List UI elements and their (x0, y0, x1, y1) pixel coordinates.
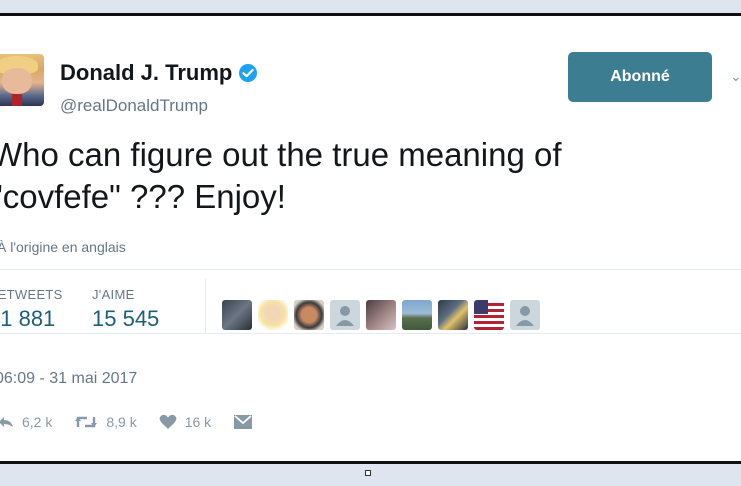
liker-avatar[interactable] (294, 300, 324, 330)
tweet-card: Donald J. Trump @realDonaldTrump Abonné … (0, 13, 741, 464)
resize-handle[interactable] (365, 470, 371, 476)
envelope-icon (233, 414, 253, 430)
retweet-icon (74, 414, 98, 430)
liker-avatar-default[interactable] (510, 300, 540, 330)
avatar[interactable] (0, 54, 44, 106)
divider (0, 269, 741, 270)
liker-avatar-default[interactable] (330, 300, 360, 330)
tweet-text-line-2: "covfefe" ??? Enjoy! (0, 178, 286, 215)
reply-count: 6,2 k (22, 414, 53, 430)
liker-avatar[interactable] (258, 300, 288, 330)
likers-avatars (222, 300, 540, 330)
retweet-count: 8,9 k (106, 414, 137, 430)
likes-label: J'AIME (92, 287, 135, 302)
liker-avatar[interactable] (438, 300, 468, 330)
user-handle[interactable]: @realDonaldTrump (60, 96, 208, 116)
liker-avatar[interactable] (222, 300, 252, 330)
liker-avatar[interactable] (402, 300, 432, 330)
liker-avatar[interactable] (366, 300, 396, 330)
tweet-text: Who can figure out the true meaning of "… (0, 134, 691, 218)
stats-separator (205, 279, 206, 333)
display-name[interactable]: Donald J. Trump (60, 60, 232, 86)
direct-message-action[interactable] (233, 414, 253, 430)
like-count: 16 k (184, 414, 212, 430)
following-button[interactable]: Abonné (568, 52, 712, 102)
likes-stat[interactable]: J'AIME 15 545 (92, 287, 159, 332)
window-frame-bottom (0, 466, 741, 486)
retweets-label: RETWEETS (0, 287, 63, 302)
tweet-text-line-1: Who can figure out the true meaning of (0, 136, 562, 173)
window-frame-top (0, 0, 741, 13)
retweets-stat[interactable]: RETWEETS 31 881 (0, 287, 63, 332)
chevron-down-icon[interactable]: ⌄ (730, 68, 741, 85)
tweet-actions: 6,2 k 8,9 k 16 k (0, 414, 253, 430)
reply-action[interactable]: 6,2 k (0, 414, 52, 430)
tweet-timestamp[interactable]: 06:09 - 31 mai 2017 (0, 370, 137, 388)
liker-avatar[interactable] (474, 300, 504, 330)
reply-icon (0, 415, 14, 429)
likes-value: 15 545 (92, 306, 160, 331)
divider (0, 333, 741, 334)
retweet-action[interactable]: 8,9 k (74, 414, 137, 430)
retweets-value: 31 881 (0, 306, 56, 331)
heart-icon (159, 414, 177, 430)
verified-badge-icon (238, 63, 258, 83)
like-action[interactable]: 16 k (159, 414, 211, 430)
translation-note: À l'origine en anglais (0, 239, 126, 255)
author-name-row: Donald J. Trump (60, 60, 258, 86)
